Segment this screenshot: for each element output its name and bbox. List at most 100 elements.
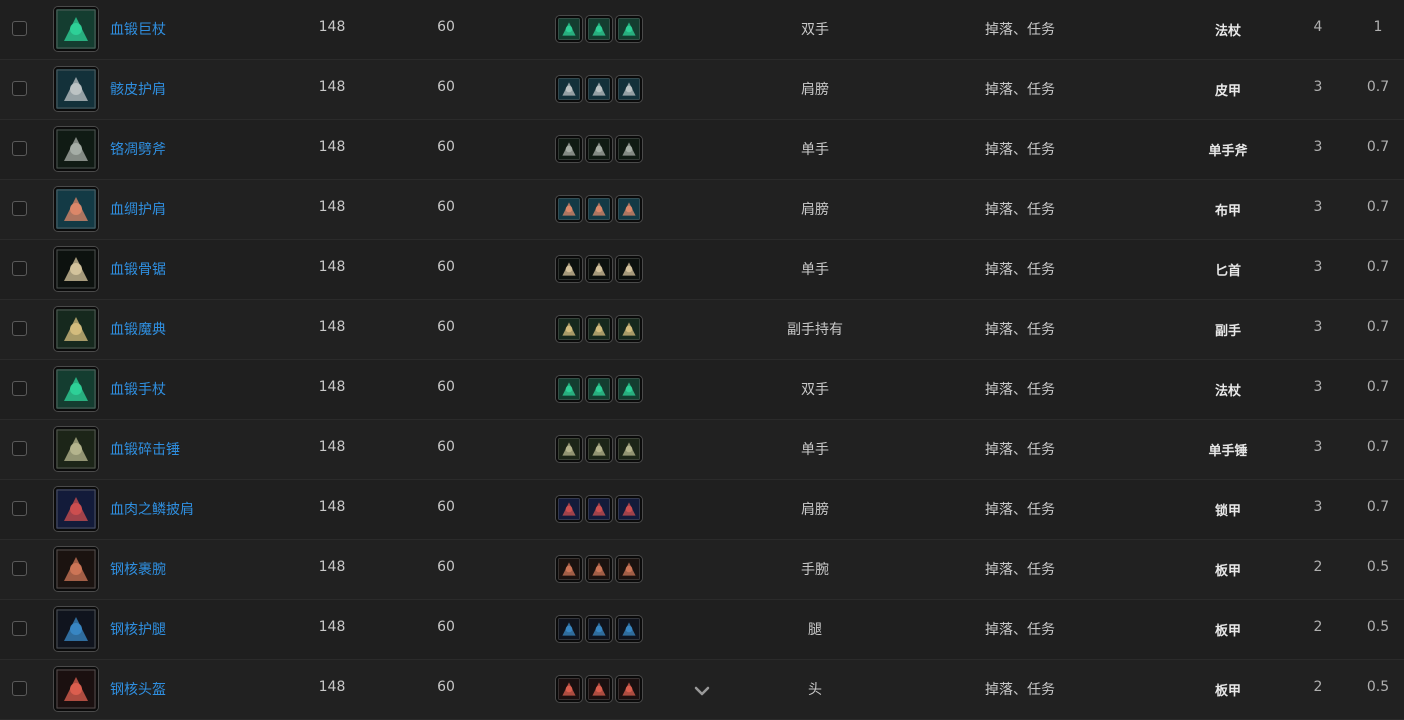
row-checkbox[interactable] xyxy=(12,201,27,216)
table-row[interactable]: 血肉之鳞披肩 148 60 肩膀 掉落、任务 锁甲 3 0.7 xyxy=(0,480,1404,540)
row-checkbox[interactable] xyxy=(12,501,27,516)
bone-saw-icon[interactable] xyxy=(586,256,612,282)
table-row[interactable]: 骸皮护肩 148 60 肩膀 掉落、任务 皮甲 3 0.7 xyxy=(0,60,1404,120)
item-count: 3 xyxy=(1313,199,1323,215)
cloth-shoulder-icon[interactable] xyxy=(616,196,642,222)
staff-gem-icon[interactable] xyxy=(586,16,612,42)
plate-legs-icon[interactable] xyxy=(556,616,582,642)
required-level: 60 xyxy=(437,319,455,335)
axe-icon[interactable] xyxy=(54,127,98,171)
staff-gem-icon[interactable] xyxy=(616,376,642,402)
mace-icon[interactable] xyxy=(54,427,98,471)
item-name-link[interactable]: 血锻碎击锤 xyxy=(110,439,180,459)
tome-icon[interactable] xyxy=(556,316,582,342)
item-value: 1 xyxy=(1373,19,1383,35)
row-checkbox[interactable] xyxy=(12,441,27,456)
staff-gem-icon[interactable] xyxy=(556,16,582,42)
table-row[interactable]: 血锻骨锯 148 60 单手 掉落、任务 匕首 3 0.7 xyxy=(0,240,1404,300)
item-value: 0.5 xyxy=(1366,559,1390,575)
item-slot: 头 xyxy=(808,682,822,698)
table-row[interactable]: 钢核护腿 148 60 腿 掉落、任务 板甲 2 0.5 xyxy=(0,600,1404,660)
row-checkbox[interactable] xyxy=(12,21,27,36)
table-row[interactable]: 血锻手杖 148 60 双手 掉落、任务 法杖 3 0.7 xyxy=(0,360,1404,420)
tome-icon[interactable] xyxy=(586,316,612,342)
bracer-icon[interactable] xyxy=(54,547,98,591)
bone-saw-icon[interactable] xyxy=(54,247,98,291)
item-slot: 副手持有 xyxy=(787,322,843,338)
mail-shoulder-icon[interactable] xyxy=(54,487,98,531)
bone-saw-icon[interactable] xyxy=(556,256,582,282)
staff-gem-icon[interactable] xyxy=(54,367,98,411)
staff-gem-icon[interactable] xyxy=(616,16,642,42)
item-name-link[interactable]: 钢核裹腕 xyxy=(110,559,166,579)
table-row[interactable]: 钢核裹腕 148 60 手腕 掉落、任务 板甲 2 0.5 xyxy=(0,540,1404,600)
row-checkbox[interactable] xyxy=(12,621,27,636)
item-type: 板甲 xyxy=(1214,564,1242,579)
required-level: 60 xyxy=(437,379,455,395)
chevron-down-icon[interactable] xyxy=(693,684,711,698)
helm-icon[interactable] xyxy=(54,667,98,711)
row-checkbox[interactable] xyxy=(12,321,27,336)
plate-legs-icon[interactable] xyxy=(616,616,642,642)
item-name-link[interactable]: 血绸护肩 xyxy=(110,199,166,219)
item-level: 148 xyxy=(318,559,346,575)
item-name-link[interactable]: 钢核护腿 xyxy=(110,619,166,639)
table-row[interactable]: 血锻碎击锤 148 60 单手 掉落、任务 单手锤 3 0.7 xyxy=(0,420,1404,480)
table-row[interactable]: 血绸护肩 148 60 肩膀 掉落、任务 布甲 3 0.7 xyxy=(0,180,1404,240)
cloth-shoulder-icon[interactable] xyxy=(586,196,612,222)
bracer-icon[interactable] xyxy=(616,556,642,582)
mace-icon[interactable] xyxy=(616,436,642,462)
item-slot: 肩膀 xyxy=(801,202,829,218)
axe-icon[interactable] xyxy=(586,136,612,162)
item-name-link[interactable]: 血锻手杖 xyxy=(110,379,166,399)
table-row[interactable]: 血锻巨杖 148 60 双手 掉落、任务 法杖 4 1 xyxy=(0,0,1404,60)
item-name-link[interactable]: 骸皮护肩 xyxy=(110,79,166,99)
row-checkbox[interactable] xyxy=(12,81,27,96)
item-source: 掉落、任务 xyxy=(985,142,1055,158)
plate-legs-icon[interactable] xyxy=(586,616,612,642)
leather-shoulder-icon[interactable] xyxy=(556,76,582,102)
helm-icon[interactable] xyxy=(586,676,612,702)
bracer-icon[interactable] xyxy=(586,556,612,582)
item-name-link[interactable]: 血肉之鳞披肩 xyxy=(110,499,194,519)
item-name-link[interactable]: 血锻魔典 xyxy=(110,319,166,339)
cloth-shoulder-icon[interactable] xyxy=(556,196,582,222)
row-checkbox[interactable] xyxy=(12,381,27,396)
helm-icon[interactable] xyxy=(616,676,642,702)
leather-shoulder-icon[interactable] xyxy=(54,67,98,111)
row-checkbox[interactable] xyxy=(12,261,27,276)
plate-legs-icon[interactable] xyxy=(54,607,98,651)
axe-icon[interactable] xyxy=(616,136,642,162)
item-type: 副手 xyxy=(1214,324,1242,339)
row-checkbox[interactable] xyxy=(12,141,27,156)
tome-icon[interactable] xyxy=(616,316,642,342)
item-source: 掉落、任务 xyxy=(985,682,1055,698)
helm-icon[interactable] xyxy=(556,676,582,702)
row-checkbox[interactable] xyxy=(12,681,27,696)
mail-shoulder-icon[interactable] xyxy=(586,496,612,522)
item-value: 0.7 xyxy=(1366,499,1390,515)
leather-shoulder-icon[interactable] xyxy=(586,76,612,102)
row-checkbox[interactable] xyxy=(12,561,27,576)
table-row[interactable]: 铬凋劈斧 148 60 单手 掉落、任务 单手斧 3 0.7 xyxy=(0,120,1404,180)
item-name-link[interactable]: 铬凋劈斧 xyxy=(110,139,166,159)
bracer-icon[interactable] xyxy=(556,556,582,582)
bone-saw-icon[interactable] xyxy=(616,256,642,282)
staff-gem-icon[interactable] xyxy=(556,376,582,402)
table-row[interactable]: 血锻魔典 148 60 副手持有 掉落、任务 副手 3 0.7 xyxy=(0,300,1404,360)
item-name-link[interactable]: 血锻巨杖 xyxy=(110,19,166,39)
tome-icon[interactable] xyxy=(54,307,98,351)
item-level: 148 xyxy=(318,319,346,335)
staff-gem-icon[interactable] xyxy=(586,376,612,402)
mace-icon[interactable] xyxy=(556,436,582,462)
mail-shoulder-icon[interactable] xyxy=(616,496,642,522)
axe-icon[interactable] xyxy=(556,136,582,162)
item-slot: 肩膀 xyxy=(801,82,829,98)
leather-shoulder-icon[interactable] xyxy=(616,76,642,102)
mace-icon[interactable] xyxy=(586,436,612,462)
cloth-shoulder-icon[interactable] xyxy=(54,187,98,231)
item-name-link[interactable]: 血锻骨锯 xyxy=(110,259,166,279)
mail-shoulder-icon[interactable] xyxy=(556,496,582,522)
item-name-link[interactable]: 钢核头盔 xyxy=(110,679,166,699)
staff-gem-icon[interactable] xyxy=(54,7,98,51)
